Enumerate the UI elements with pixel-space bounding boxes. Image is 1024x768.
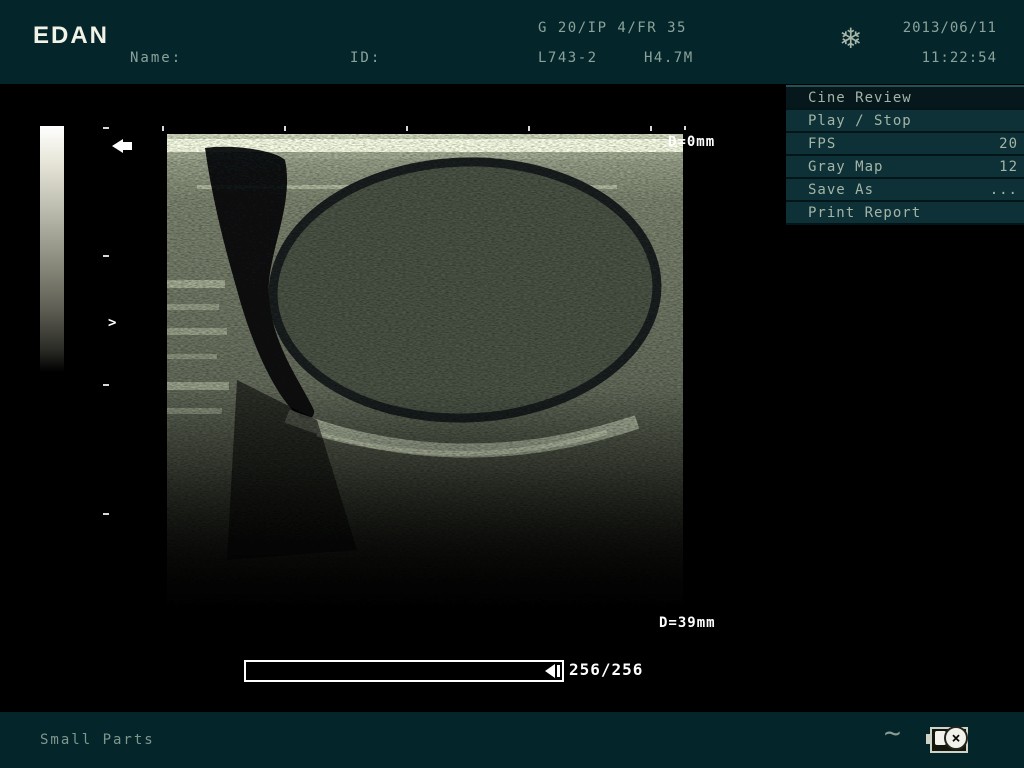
exam-mode-label: Small Parts xyxy=(40,732,155,748)
freeze-icon: ❄ xyxy=(839,22,862,55)
patient-id-label: ID: xyxy=(350,50,381,66)
ruler-tick xyxy=(528,126,530,131)
battery-error-icon: × xyxy=(926,727,968,751)
battery-x-badge: × xyxy=(944,726,968,750)
footer-bar: Small Parts ~ × xyxy=(0,712,1024,768)
menu-item-value: 20 xyxy=(999,136,1024,152)
menu-item-label: Play / Stop xyxy=(786,113,1018,129)
ruler-tick xyxy=(650,126,652,131)
ruler-tick xyxy=(103,127,109,129)
menu-item-play-stop[interactable]: Play / Stop xyxy=(786,110,1024,133)
ultrasound-image xyxy=(167,130,683,642)
orientation-arrow-icon xyxy=(112,139,132,153)
menu-item-label: Save As xyxy=(786,182,990,198)
gain-ip-framerate-readout: G 20/IP 4/FR 35 xyxy=(538,20,687,36)
wave-icon: ~ xyxy=(884,716,901,749)
ruler-tick xyxy=(103,255,109,257)
menu-item-value: 12 xyxy=(999,159,1024,175)
frequency-readout: H4.7M xyxy=(644,50,694,66)
depth-top-readout: D=0mm xyxy=(668,134,715,150)
grayscale-bar xyxy=(40,126,64,372)
ruler-tick xyxy=(162,126,164,131)
menu-item-label: Gray Map xyxy=(786,159,999,175)
cine-position-marker[interactable] xyxy=(545,664,560,678)
edan-logo: EDAN xyxy=(33,22,109,50)
system-time: 11:22:54 xyxy=(922,50,997,66)
menu-item-fps[interactable]: FPS 20 xyxy=(786,133,1024,156)
soft-menu: Cine Review Play / Stop FPS 20 Gray Map … xyxy=(786,85,1024,225)
depth-bottom-readout: D=39mm xyxy=(659,615,716,631)
menu-item-value: ... xyxy=(990,182,1024,198)
patient-name-label: Name: xyxy=(130,50,182,66)
menu-item-gray-map[interactable]: Gray Map 12 xyxy=(786,156,1024,179)
ruler-tick xyxy=(103,384,109,386)
menu-item-label: Cine Review xyxy=(786,90,1018,106)
header-bar: EDAN Name: ID: G 20/IP 4/FR 35 L743-2 H4… xyxy=(0,0,1024,84)
frame-counter: 256/256 xyxy=(569,660,643,679)
system-date: 2013/06/11 xyxy=(903,20,997,36)
menu-item-label: Print Report xyxy=(786,205,1018,221)
ruler-tick xyxy=(103,513,109,515)
menu-item-save-as[interactable]: Save As ... xyxy=(786,179,1024,202)
menu-item-label: FPS xyxy=(786,136,999,152)
cine-scrollbar[interactable] xyxy=(244,660,564,682)
ruler-tick xyxy=(284,126,286,131)
ruler-tick xyxy=(406,126,408,131)
menu-item-print-report[interactable]: Print Report xyxy=(786,202,1024,225)
menu-item-cine-review[interactable]: Cine Review xyxy=(786,87,1024,110)
probe-model-readout: L743-2 xyxy=(538,50,598,66)
ruler-tick xyxy=(684,126,686,130)
focus-marker-icon: > xyxy=(108,315,116,331)
